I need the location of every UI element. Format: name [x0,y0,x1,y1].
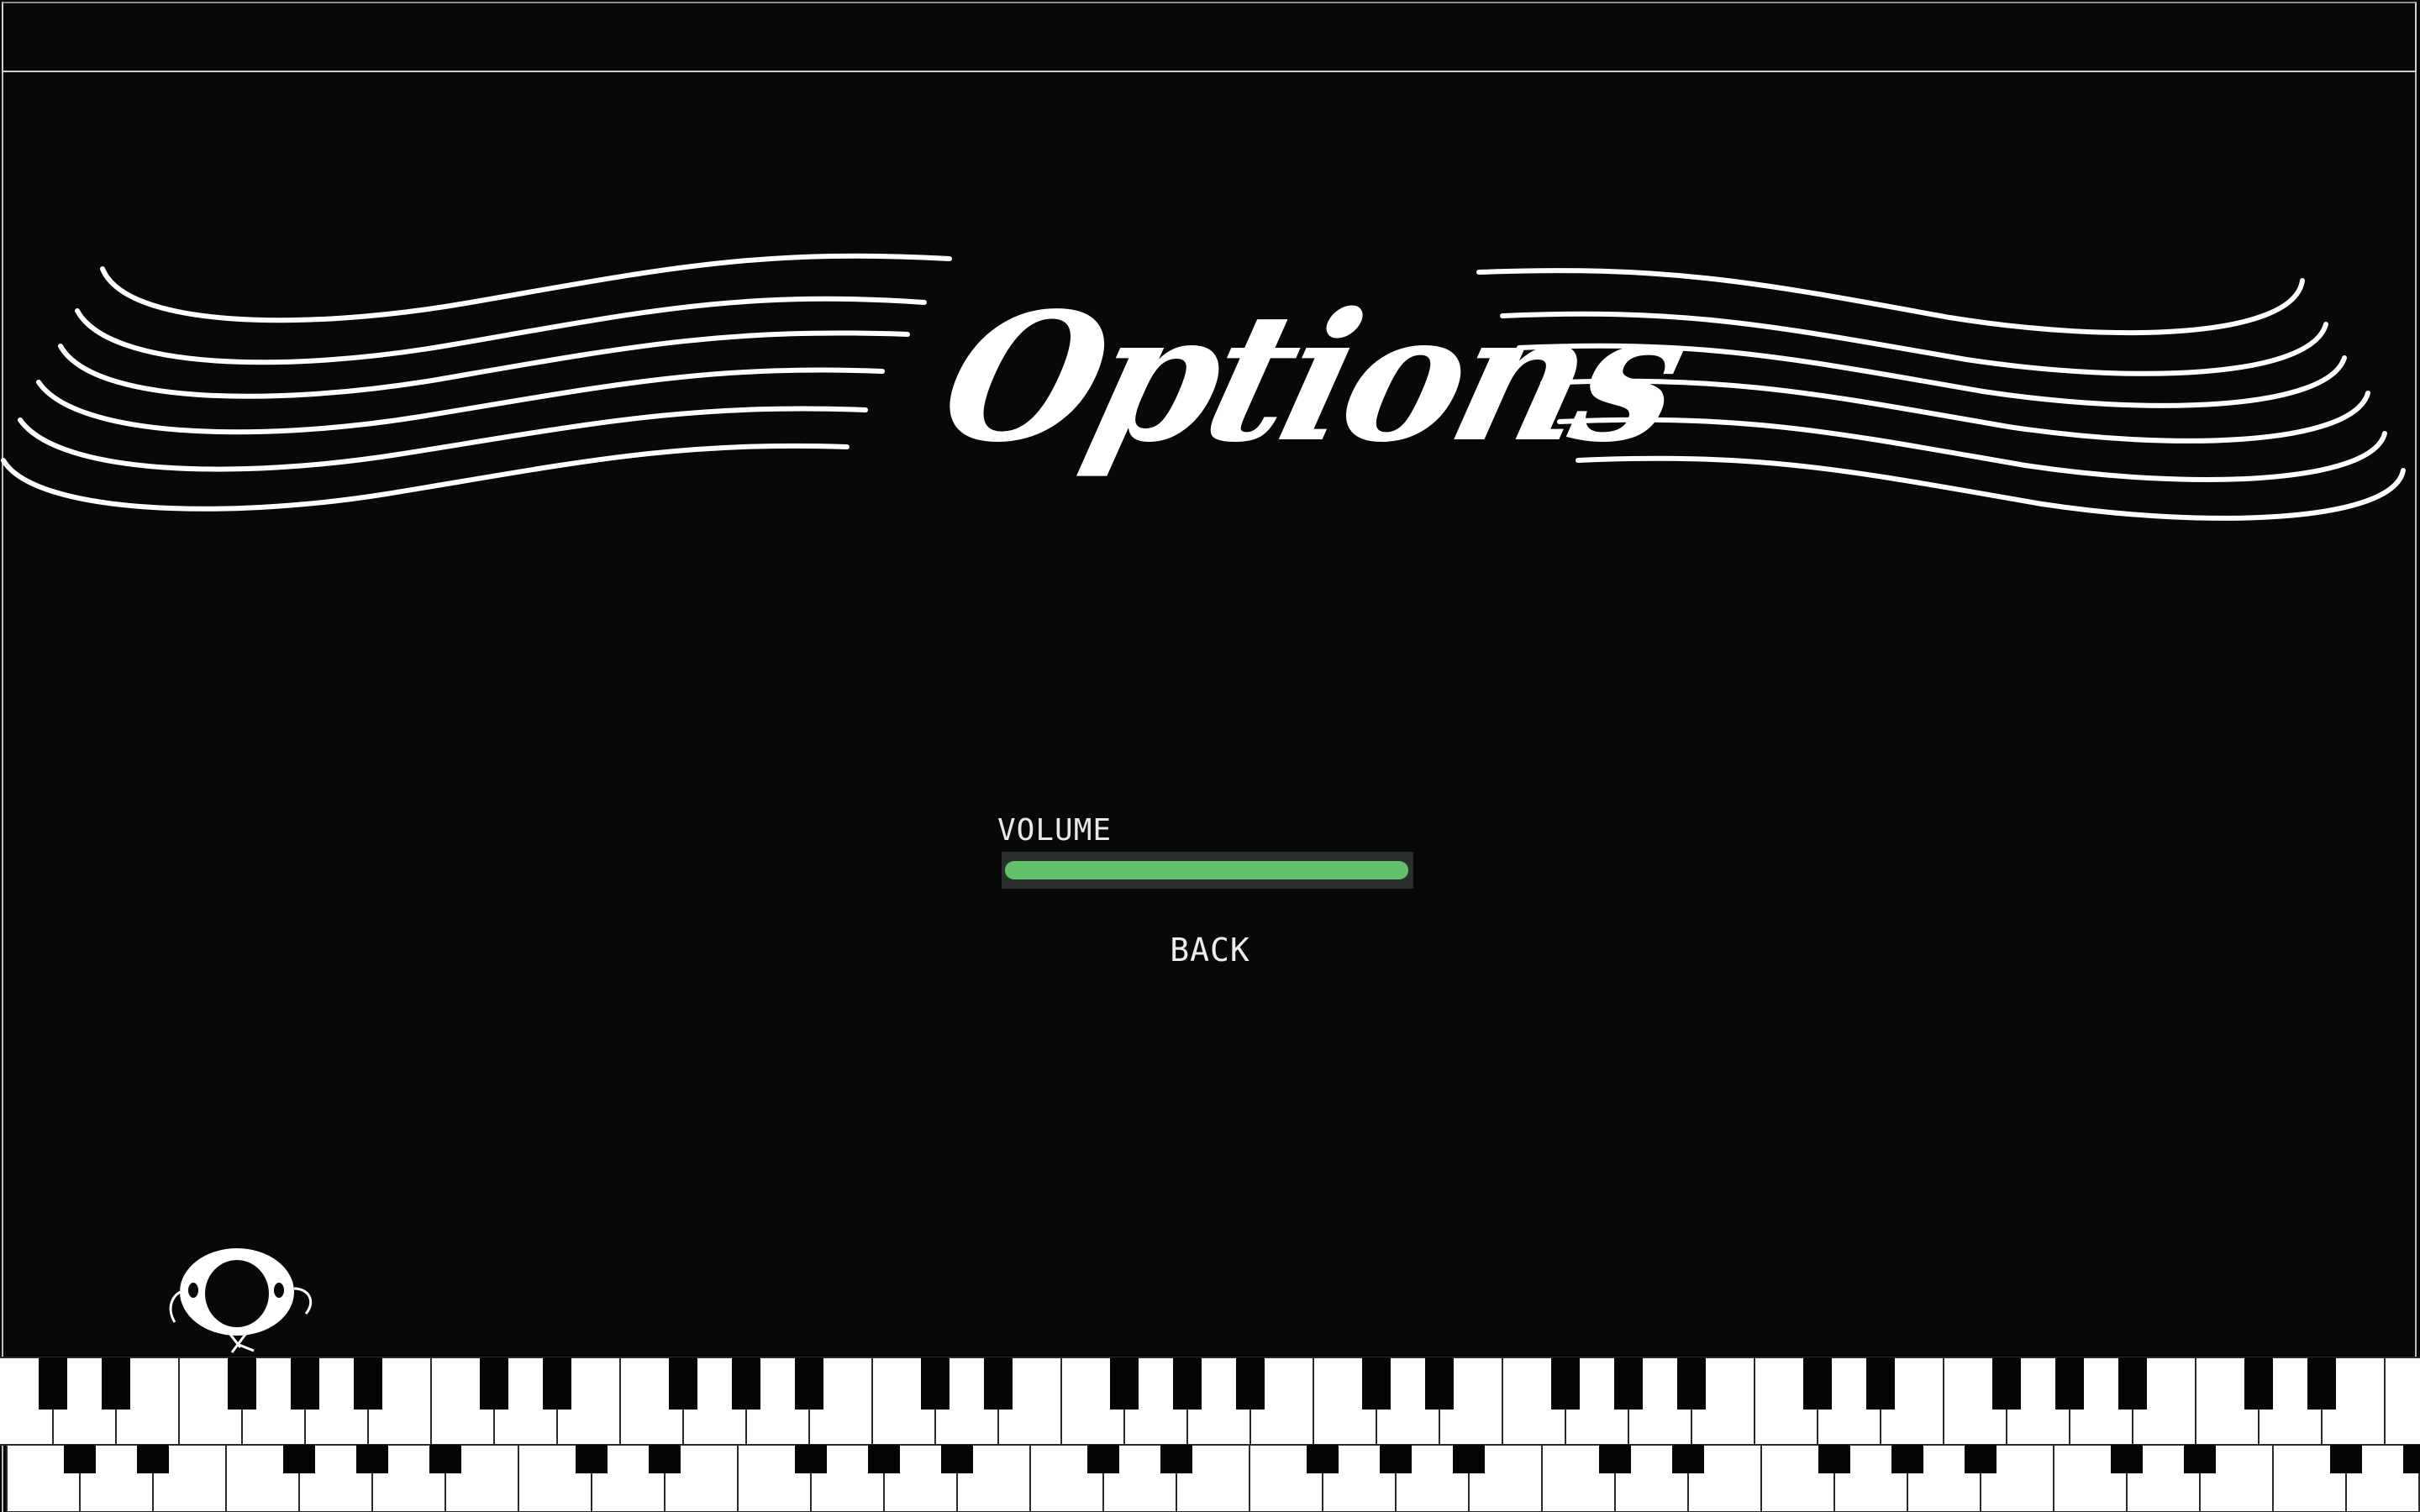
volume-fill [1005,861,1408,879]
black-key [2118,1357,2147,1410]
volume-track[interactable] [1005,861,1408,879]
game-window: Options VOLUME BACK [0,0,2420,1512]
black-key [1866,1357,1895,1410]
black-key [480,1357,508,1410]
black-key [1551,1357,1580,1410]
black-key [669,1357,697,1410]
black-key [102,1357,130,1410]
black-key [429,1445,461,1473]
black-key [1380,1445,1412,1473]
black-key [39,1357,67,1410]
black-key [1160,1445,1192,1473]
black-key [2244,1357,2273,1410]
black-key [1803,1357,1832,1410]
black-key [1614,1357,1643,1410]
black-key [921,1357,950,1410]
black-key [1236,1357,1265,1410]
black-key [2055,1357,2084,1410]
black-key [2307,1357,2336,1410]
black-key [2403,1445,2420,1473]
black-key [649,1445,681,1473]
white-key [2384,1357,2420,1446]
black-key [1992,1357,2021,1410]
black-key [795,1445,827,1473]
black-key [64,1445,96,1473]
black-key [543,1357,571,1410]
black-key [1307,1445,1339,1473]
black-key [1677,1357,1706,1410]
black-key [795,1357,823,1410]
black-key [1965,1445,1996,1473]
black-key [228,1357,256,1410]
eyeball-creature-icon [169,1248,313,1353]
black-key [1672,1445,1704,1473]
options-title: Options [923,274,1700,481]
black-key [1453,1445,1485,1473]
black-key [2184,1445,2216,1473]
black-key [356,1445,388,1473]
black-key [1425,1357,1454,1410]
black-key [984,1357,1013,1410]
black-key [941,1445,973,1473]
black-key [291,1357,319,1410]
black-key [1891,1445,1923,1473]
black-key [868,1445,900,1473]
black-key [354,1357,382,1410]
black-key [283,1445,315,1473]
black-key [1599,1445,1631,1473]
volume-label: VOLUME [997,813,1113,848]
volume-slider[interactable] [1002,852,1413,889]
black-key [732,1357,760,1410]
black-key [137,1445,169,1473]
black-key [1818,1445,1850,1473]
black-key [2330,1445,2362,1473]
black-key [1362,1357,1391,1410]
black-key [1110,1357,1139,1410]
piano-keyboard-icon [0,1357,2420,1512]
black-key [2111,1445,2143,1473]
black-key [1173,1357,1202,1410]
black-key [1087,1445,1119,1473]
back-button[interactable]: BACK [1160,931,1260,969]
black-key [576,1445,608,1473]
